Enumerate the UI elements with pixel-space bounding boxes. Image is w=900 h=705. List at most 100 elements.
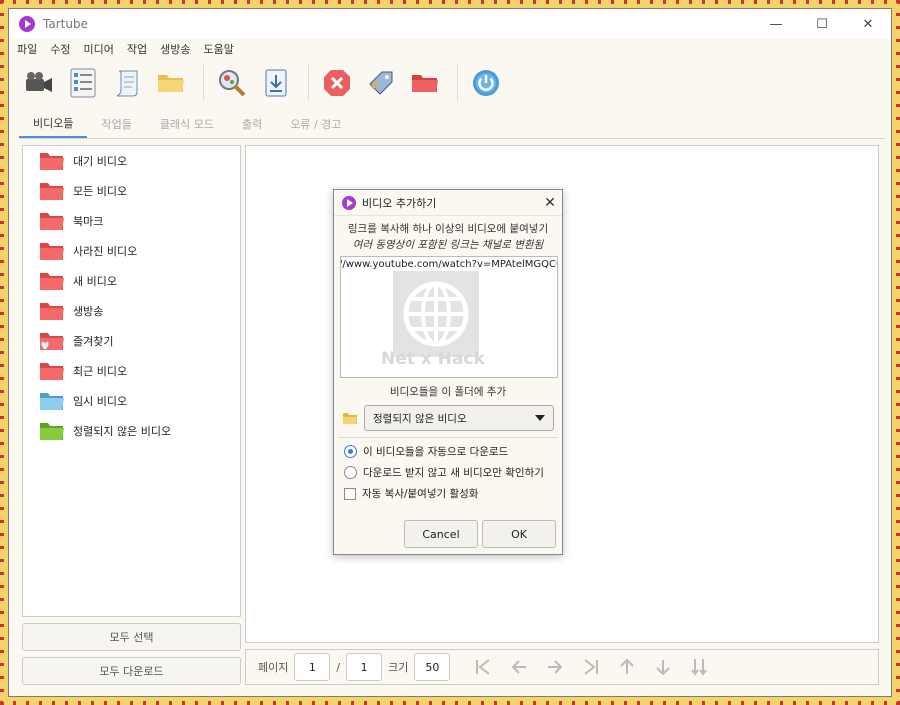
folder-item-recent[interactable]: 최근 비디오: [23, 356, 240, 386]
sort-icon[interactable]: [686, 654, 712, 680]
cancel-button[interactable]: Cancel: [404, 520, 478, 548]
tab-errors[interactable]: 오류 / 경고: [276, 110, 355, 138]
tab-bar: 비디오들 작업들 클래식 모드 출력 오류 / 경고: [19, 109, 885, 139]
folder-red-icon: [40, 243, 64, 260]
folder-list: 대기 비디오 모든 비디오 북마크 사라진 비디오 새 비디오 생방송 즐겨찾기: [22, 145, 241, 617]
toolbar-separator: [308, 65, 309, 101]
folder-green-icon: [40, 423, 64, 440]
folder-label: 새 비디오: [73, 275, 117, 288]
globe-icon: [393, 271, 479, 357]
folder-label: 대기 비디오: [73, 155, 128, 168]
menu-help[interactable]: 도움말: [204, 41, 234, 57]
dialog-close-button[interactable]: ✕: [538, 195, 562, 211]
tab-videos[interactable]: 비디오들: [19, 110, 88, 138]
folder-red-icon: [40, 183, 64, 200]
destination-value: 정렬되지 않은 비디오: [373, 412, 467, 425]
menu-media[interactable]: 미디어: [84, 41, 114, 57]
option-clipboard[interactable]: 자동 복사/붙여넣기 활성화: [344, 486, 562, 501]
scroll-icon[interactable]: [107, 63, 147, 103]
folder-item-temporary[interactable]: 임시 비디오: [23, 386, 240, 416]
page-label: 페이지: [258, 661, 289, 674]
folder-label: 사라진 비디오: [73, 245, 138, 258]
folder-label: 임시 비디오: [73, 395, 128, 408]
minimize-button[interactable]: —: [753, 9, 799, 39]
size-input[interactable]: 50: [414, 653, 451, 681]
destination-dropdown[interactable]: 정렬되지 않은 비디오: [364, 405, 554, 431]
folder-red-icon: [40, 363, 64, 380]
download-icon[interactable]: [256, 63, 296, 103]
toolbar: [9, 59, 891, 107]
folder-item-missing[interactable]: 사라진 비디오: [23, 236, 240, 266]
first-page-icon[interactable]: [470, 654, 496, 680]
pager-bar: 페이지 1 / 1 크기 50: [245, 649, 879, 685]
tab-progress[interactable]: 작업들: [87, 110, 145, 138]
add-videos-dialog: 비디오 추가하기 ✕ 링크를 복사해 하나 이상의 비디오에 붙여넣기 여러 동…: [333, 189, 563, 555]
window-title: Tartube: [43, 17, 88, 31]
dialog-logo-icon: [342, 195, 356, 210]
radio-check-only[interactable]: [344, 466, 357, 479]
power-icon[interactable]: [466, 63, 506, 103]
last-page-icon[interactable]: [578, 654, 604, 680]
url-textarea[interactable]: //www.youtube.com/watch?v=MPAtelMGQC0 Ne…: [340, 256, 558, 378]
list-icon[interactable]: [63, 63, 103, 103]
folder-blue-icon: [40, 393, 64, 410]
select-all-button[interactable]: 모두 선택: [22, 623, 241, 651]
tab-output[interactable]: 출력: [228, 110, 276, 138]
folder-item-unsorted[interactable]: 정렬되지 않은 비디오: [23, 416, 240, 446]
destination-label: 비디오들을 이 폴더에 추가: [389, 386, 507, 398]
menu-edit[interactable]: 수정: [50, 41, 70, 57]
checkbox-clipboard[interactable]: [344, 487, 356, 500]
chevron-down-icon: [535, 415, 545, 421]
dialog-note: 여러 동영상이 포함된 링크는 채널로 변환됨: [352, 239, 544, 251]
page-separator: /: [336, 660, 341, 674]
red-folder-icon[interactable]: [405, 63, 445, 103]
radio-auto-download[interactable]: [344, 445, 357, 458]
option-label: 이 비디오들을 자동으로 다운로드: [363, 446, 509, 458]
menu-bar: 파일 수정 미디어 작업 생방송 도움말: [9, 39, 891, 59]
download-all-button[interactable]: 모두 다운로드: [22, 657, 241, 685]
title-bar: Tartube — ☐ ✕: [9, 9, 891, 39]
menu-operations[interactable]: 작업: [127, 41, 147, 57]
previous-page-icon[interactable]: [506, 654, 532, 680]
next-page-icon[interactable]: [542, 654, 568, 680]
toolbar-separator: [203, 65, 204, 101]
folder-red-icon: [40, 153, 64, 170]
dialog-title: 비디오 추가하기: [362, 196, 437, 210]
option-label: 다운로드 받지 않고 새 비디오만 확인하기: [363, 467, 544, 479]
folder-item-livestreams[interactable]: 생방송: [23, 296, 240, 326]
folder-label: 모든 비디오: [73, 185, 128, 198]
dialog-separator: [338, 437, 558, 438]
folder-heart-icon: [40, 333, 64, 351]
scroll-down-icon[interactable]: [650, 654, 676, 680]
tags-icon[interactable]: [361, 63, 401, 103]
maximize-button[interactable]: ☐: [799, 9, 845, 39]
dialog-buttons: Cancel OK: [400, 520, 556, 548]
page-input[interactable]: 1: [294, 653, 331, 681]
folder-item-favourites[interactable]: 즐겨찾기: [23, 326, 240, 356]
menu-livestreams[interactable]: 생방송: [160, 41, 190, 57]
stop-icon[interactable]: [317, 63, 357, 103]
tab-classic-mode[interactable]: 클래식 모드: [146, 110, 228, 138]
folder-label: 생방송: [73, 305, 104, 318]
folder-item-all[interactable]: 모든 비디오: [23, 176, 240, 206]
folder-red-icon: [40, 213, 64, 230]
folder-item-waiting[interactable]: 대기 비디오: [23, 146, 240, 176]
scroll-up-icon[interactable]: [614, 654, 640, 680]
dialog-instruction: 링크를 복사해 하나 이상의 비디오에 붙여넣기: [347, 223, 549, 235]
page-total: 1: [346, 653, 383, 681]
folder-item-bookmarks[interactable]: 북마크: [23, 206, 240, 236]
magnifier-icon[interactable]: [212, 63, 252, 103]
destination-row: 정렬되지 않은 비디오: [342, 405, 556, 431]
folder-icon[interactable]: [151, 63, 191, 103]
menu-file[interactable]: 파일: [17, 41, 37, 57]
url-text: //www.youtube.com/watch?v=MPAtelMGQC0: [340, 259, 558, 270]
video-camera-icon[interactable]: [19, 63, 59, 103]
dialog-title-bar: 비디오 추가하기 ✕: [334, 190, 562, 216]
option-check-only[interactable]: 다운로드 받지 않고 새 비디오만 확인하기: [344, 465, 562, 480]
folder-item-new[interactable]: 새 비디오: [23, 266, 240, 296]
size-label: 크기: [388, 661, 409, 674]
option-auto-download[interactable]: 이 비디오들을 자동으로 다운로드: [344, 444, 562, 459]
ok-button[interactable]: OK: [482, 520, 556, 548]
folder-label: 최근 비디오: [73, 365, 128, 378]
close-button[interactable]: ✕: [845, 9, 891, 39]
